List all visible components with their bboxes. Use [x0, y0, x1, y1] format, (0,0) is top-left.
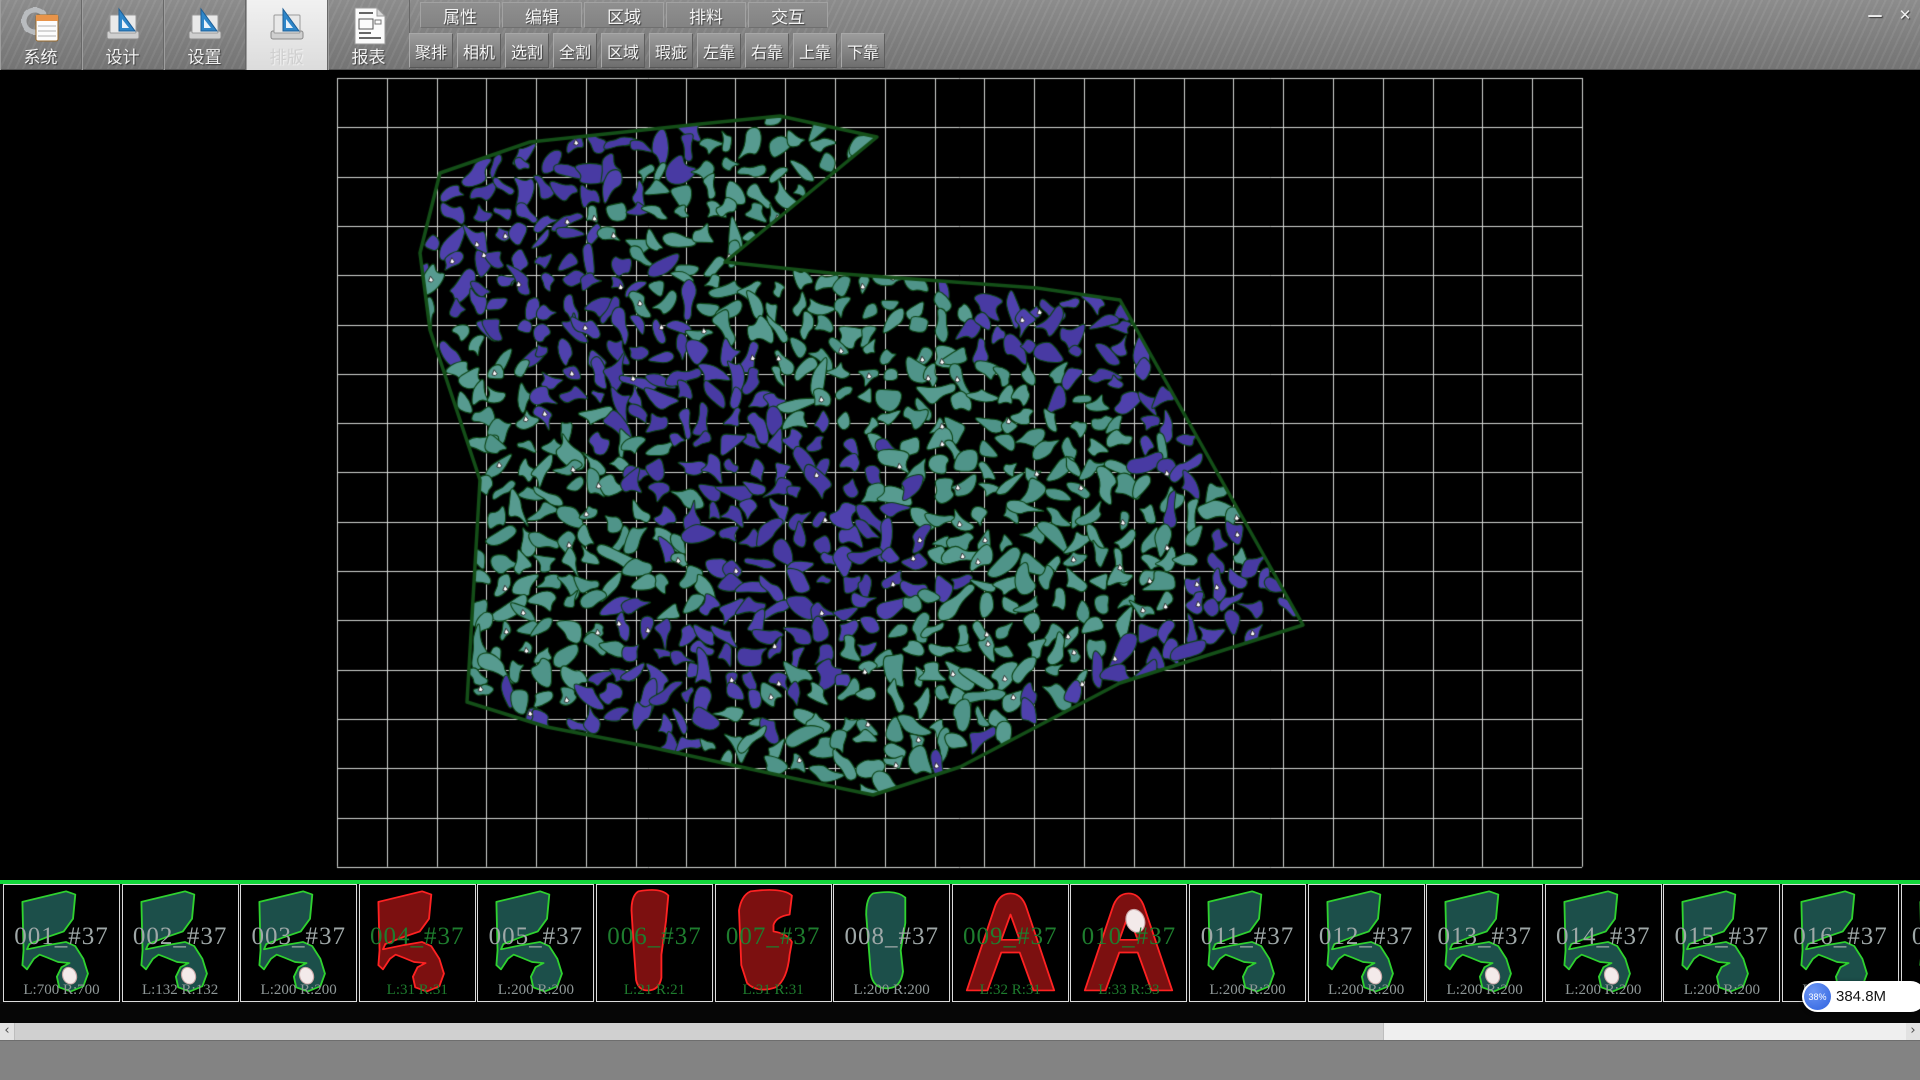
ribbon-group-label: 排版 — [270, 48, 304, 68]
tab-5[interactable]: 交互 — [748, 2, 828, 28]
system-gear-icon — [18, 4, 64, 48]
memory-progress-pill: 38% 384.8M — [1802, 981, 1920, 1012]
part-lr-count: L:200 R:200 — [1427, 982, 1542, 999]
part-thumbnail-12[interactable]: 012_#37 L:200 R:200 — [1308, 884, 1425, 1002]
minimize-button[interactable]: — — [1862, 4, 1888, 26]
nesting-canvas[interactable] — [0, 70, 1920, 880]
part-id: 005_#37 — [478, 923, 593, 951]
scroll-left-arrow-icon[interactable]: ‹ — [0, 1023, 14, 1040]
workspace — [0, 70, 1920, 880]
part-lr-count: L:33 R:33 — [1071, 982, 1186, 999]
part-thumbnail-14[interactable]: 014_#37 L:200 R:200 — [1545, 884, 1662, 1002]
toolbutton-3[interactable]: 选割 — [505, 33, 549, 68]
part-thumbnail-13[interactable]: 013_#37 L:200 R:200 — [1426, 884, 1543, 1002]
part-id: 007_#37 — [716, 923, 831, 951]
part-lr-count: L:700 R:700 — [4, 982, 119, 999]
part-thumbnail-1[interactable]: 001_#37 L:700 R:700 — [3, 884, 120, 1002]
toolbutton-5[interactable]: 区域 — [601, 33, 645, 68]
part-thumbnail-4[interactable]: 004_#37 L:31 R:31 — [359, 884, 476, 1002]
part-id: 004_#37 — [360, 923, 475, 951]
part-lr-count: L:200 R:200 — [1309, 982, 1424, 999]
part-id: 008_#37 — [834, 923, 949, 951]
menu-tabs: 属性编辑区域排料交互 — [420, 2, 830, 28]
part-id: 015_#37 — [1664, 923, 1779, 951]
part-thumbnail-5[interactable]: 005_#37 L:200 R:200 — [477, 884, 594, 1002]
part-lr-count: L:200 R:200 — [1546, 982, 1661, 999]
part-id: 001_#37 — [4, 923, 119, 951]
part-thumbnail-7[interactable]: 007_#37 L:31 R:31 — [715, 884, 832, 1002]
report-doc-icon — [346, 4, 392, 48]
toolbutton-10[interactable]: 下靠 — [841, 33, 885, 68]
design-ruler-icon — [100, 4, 146, 48]
toolbutton-6[interactable]: 瑕疵 — [649, 33, 693, 68]
part-thumbnail-6[interactable]: 006_#37 L:21 R:21 — [596, 884, 713, 1002]
part-thumbnail-15[interactable]: 015_#37 L:200 R:200 — [1663, 884, 1780, 1002]
horizontal-scrollbar[interactable]: ‹ › — [0, 1023, 1920, 1040]
parts-filmstrip: 001_#37 L:700 R:700 002_#37 L:132 R:132 … — [0, 884, 1920, 1004]
part-thumbnail-8[interactable]: 008_#37 L:200 R:200 — [833, 884, 950, 1002]
part-thumbnail-9[interactable]: 009_#37 L:32 R:31 — [952, 884, 1069, 1002]
strip-gap — [0, 1004, 1920, 1023]
part-thumbnail-3[interactable]: 003_#37 L:200 R:200 — [240, 884, 357, 1002]
toolbutton-2[interactable]: 相机 — [457, 33, 501, 68]
ribbon-group-label: 设置 — [188, 48, 222, 68]
layout-ruler-icon — [264, 4, 310, 48]
part-id: 009_#37 — [953, 923, 1068, 951]
part-id: 006_#37 — [597, 923, 712, 951]
close-button[interactable]: ✕ — [1892, 4, 1918, 26]
part-lr-count: L:200 R:200 — [1664, 982, 1779, 999]
toolbutton-9[interactable]: 上靠 — [793, 33, 837, 68]
ribbon-group-label: 系统 — [24, 48, 58, 68]
part-lr-count: L:200 R:200 — [241, 982, 356, 999]
part-thumbnail-10[interactable]: 010_#37 L:33 R:33 — [1070, 884, 1187, 1002]
part-lr-count: L:31 R:31 — [716, 982, 831, 999]
ribbon-group-3[interactable]: 设置 — [164, 0, 246, 70]
toolbutton-8[interactable]: 右靠 — [745, 33, 789, 68]
part-id: 016_#37 — [1783, 923, 1898, 951]
part-thumbnail-2[interactable]: 002_#37 L:132 R:132 — [122, 884, 239, 1002]
part-lr-count: L:200 R:200 — [834, 982, 949, 999]
part-id: 010_#37 — [1071, 923, 1186, 951]
part-lr-count: L:21 R:21 — [597, 982, 712, 999]
settings-ruler-icon — [182, 4, 228, 48]
toolbar: 系统设计设置排版报表 属性编辑区域排料交互 聚排相机选割全割区域瑕疵左靠右靠上靠… — [0, 0, 1920, 70]
progress-badge: 38% — [1804, 983, 1831, 1010]
part-id: 011_#37 — [1190, 923, 1305, 951]
part-lr-count: L:132 R:132 — [123, 982, 238, 999]
part-id: 013_#37 — [1427, 923, 1542, 951]
memory-value: 384.8M — [1836, 981, 1886, 1012]
ribbon-group-label: 设计 — [106, 48, 140, 68]
part-id: 012_#37 — [1309, 923, 1424, 951]
tab-1[interactable]: 属性 — [420, 2, 500, 28]
part-lr-count: L:31 R:31 — [360, 982, 475, 999]
scroll-right-arrow-icon[interactable]: › — [1906, 1023, 1920, 1040]
ribbon-group-label: 报表 — [352, 48, 386, 68]
tool-buttons: 聚排相机选割全割区域瑕疵左靠右靠上靠下靠 — [409, 33, 889, 68]
toolbutton-7[interactable]: 左靠 — [697, 33, 741, 68]
scrollbar-thumb[interactable] — [14, 1023, 1384, 1040]
ribbon-group-4[interactable]: 排版 — [246, 0, 328, 70]
part-lr-count: L:32 R:31 — [953, 982, 1068, 999]
part-id: 002_#37 — [123, 923, 238, 951]
part-lr-count: L:200 R:200 — [478, 982, 593, 999]
ribbon-group-2[interactable]: 设计 — [82, 0, 164, 70]
status-bar — [0, 1040, 1920, 1080]
toolbutton-4[interactable]: 全割 — [553, 33, 597, 68]
part-id: 017_#37 — [1902, 923, 1920, 951]
tab-3[interactable]: 区域 — [584, 2, 664, 28]
ribbon-group-5[interactable]: 报表 — [328, 0, 410, 70]
toolbutton-1[interactable]: 聚排 — [409, 33, 453, 68]
part-thumbnail-11[interactable]: 011_#37 L:200 R:200 — [1189, 884, 1306, 1002]
part-id: 003_#37 — [241, 923, 356, 951]
ribbon-group-1[interactable]: 系统 — [0, 0, 82, 70]
tab-4[interactable]: 排料 — [666, 2, 746, 28]
part-id: 014_#37 — [1546, 923, 1661, 951]
tab-2[interactable]: 编辑 — [502, 2, 582, 28]
part-lr-count: L:200 R:200 — [1190, 982, 1305, 999]
